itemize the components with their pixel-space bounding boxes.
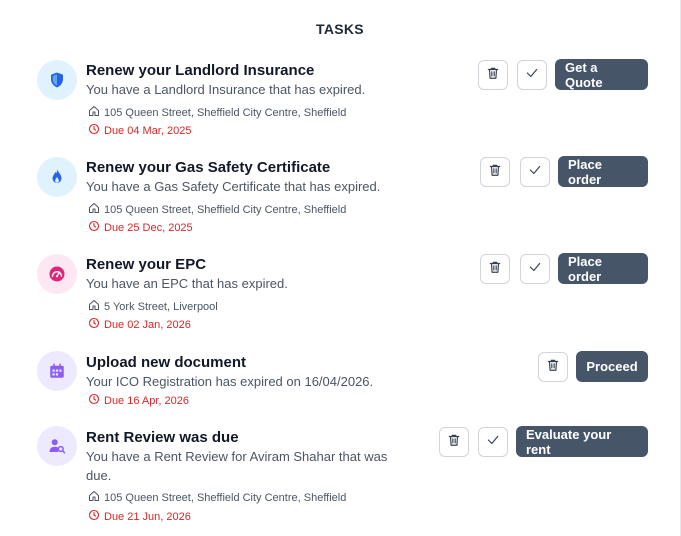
task-due-date: Due 25 Dec, 2025 (88, 220, 193, 235)
complete-button[interactable] (478, 427, 508, 457)
calendar-icon (48, 362, 66, 380)
shield-icon (48, 71, 66, 89)
task-icon-badge (37, 426, 77, 466)
page-title: TASKS (316, 21, 364, 37)
trash-icon (546, 358, 560, 377)
task-address: 5 York Street, Liverpool (88, 299, 218, 314)
task-address: 105 Queen Street, Sheffield City Centre,… (88, 490, 346, 505)
user-search-icon (48, 437, 66, 455)
tasks-panel: TASKS Renew your Landlord Insurance You … (0, 0, 681, 536)
clock-icon (88, 509, 100, 524)
check-icon (486, 433, 500, 452)
check-icon (528, 260, 542, 279)
task-due-date: Due 21 Jun, 2026 (88, 509, 191, 524)
task-address-text: 105 Queen Street, Sheffield City Centre,… (104, 203, 347, 216)
task-title: Rent Review was due (86, 429, 239, 446)
trash-icon (486, 66, 500, 85)
task-description: Your ICO Registration has expired on 16/… (86, 374, 374, 389)
task-due-date: Due 02 Jan, 2026 (88, 317, 191, 332)
trash-icon (488, 163, 502, 182)
task-description: You have a Rent Review for Aviram Shahar… (86, 449, 388, 464)
delete-button[interactable] (480, 254, 510, 284)
home-icon (88, 202, 100, 217)
task-address-text: 105 Queen Street, Sheffield City Centre,… (104, 491, 347, 504)
clock-icon (88, 220, 100, 235)
delete-button[interactable] (480, 157, 510, 187)
task-description-continued: due. (86, 468, 112, 483)
evaluate-rent-button[interactable]: Evaluate your rent (516, 426, 648, 457)
task-description: You have an EPC that has expired. (86, 276, 288, 291)
task-due-text: Due 21 Jun, 2026 (104, 510, 191, 523)
complete-button[interactable] (520, 254, 550, 284)
place-order-button[interactable]: Place order (558, 253, 648, 284)
home-icon (88, 299, 100, 314)
task-due-date: Due 04 Mar, 2025 (88, 123, 191, 138)
task-title: Renew your Gas Safety Certificate (86, 159, 331, 176)
task-address-text: 105 Queen Street, Sheffield City Centre,… (104, 106, 347, 119)
clock-icon (88, 393, 100, 408)
get-a-quote-button[interactable]: Get a Quote (555, 59, 648, 90)
task-icon-badge (37, 60, 77, 100)
trash-icon (488, 260, 502, 279)
task-icon-badge (37, 351, 77, 391)
home-icon (88, 490, 100, 505)
task-icon-badge (37, 254, 77, 294)
delete-button[interactable] (538, 352, 568, 382)
check-icon (525, 66, 539, 85)
task-address: 105 Queen Street, Sheffield City Centre,… (88, 202, 346, 217)
task-due-text: Due 04 Mar, 2025 (104, 124, 192, 137)
place-order-button[interactable]: Place order (558, 156, 648, 187)
home-icon (88, 105, 100, 120)
clock-icon (88, 123, 100, 138)
task-title: Upload new document (86, 354, 247, 371)
task-address: 105 Queen Street, Sheffield City Centre,… (88, 105, 346, 120)
task-title: Renew your EPC (86, 256, 207, 273)
delete-button[interactable] (478, 60, 508, 90)
task-title: Renew your Landlord Insurance (86, 62, 315, 79)
trash-icon (447, 433, 461, 452)
task-address-text: 5 York Street, Liverpool (104, 300, 218, 313)
task-icon-badge (37, 157, 77, 197)
task-due-text: Due 16 Apr, 2026 (104, 394, 190, 407)
clock-icon (88, 317, 100, 332)
task-description: You have a Landlord Insurance that has e… (86, 82, 366, 97)
task-due-text: Due 02 Jan, 2026 (104, 318, 191, 331)
complete-button[interactable] (520, 157, 550, 187)
task-due-date: Due 16 Apr, 2026 (88, 393, 189, 408)
gauge-icon (48, 265, 66, 283)
complete-button[interactable] (517, 60, 547, 90)
proceed-button[interactable]: Proceed (576, 351, 648, 382)
delete-button[interactable] (439, 427, 469, 457)
task-due-text: Due 25 Dec, 2025 (104, 221, 193, 234)
task-description: You have a Gas Safety Certificate that h… (86, 179, 381, 194)
flame-icon (48, 168, 66, 186)
check-icon (528, 163, 542, 182)
